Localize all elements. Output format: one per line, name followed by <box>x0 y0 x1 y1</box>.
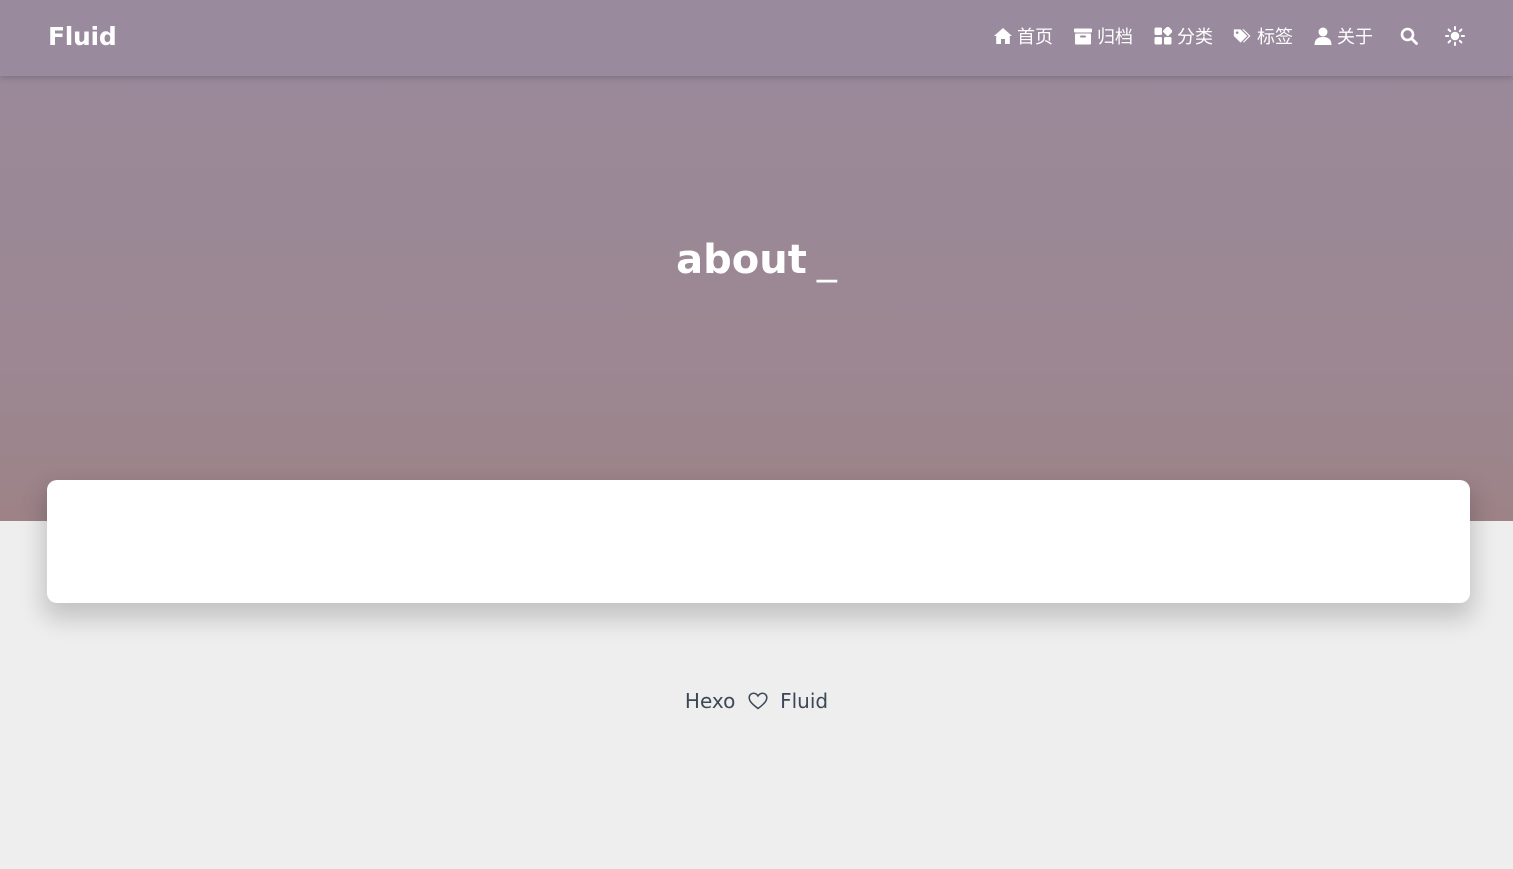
nav-item-tags[interactable]: 标签 <box>1233 23 1293 49</box>
footer-link-fluid[interactable]: Fluid <box>780 689 828 713</box>
search-button[interactable] <box>1399 26 1419 46</box>
nav-item-label: 关于 <box>1337 27 1373 48</box>
footer-link-hexo[interactable]: Hexo <box>685 689 735 713</box>
archive-icon <box>1073 26 1093 46</box>
theme-toggle-button[interactable] <box>1445 26 1465 46</box>
nav-item-archive[interactable]: 归档 <box>1073 23 1133 49</box>
home-icon <box>993 26 1013 46</box>
navbar: Fluid 首页 归档 分类 标签 关于 <box>0 0 1513 76</box>
content-card <box>47 480 1470 603</box>
brand-logo[interactable]: Fluid <box>48 20 117 54</box>
nav-item-about[interactable]: 关于 <box>1313 23 1373 49</box>
nav-item-categories[interactable]: 分类 <box>1153 23 1213 49</box>
nav-item-label: 标签 <box>1257 27 1293 48</box>
heart-icon <box>748 688 768 718</box>
page-title-text: about <box>676 237 807 283</box>
footer: Hexo Fluid <box>0 686 1513 718</box>
nav-item-label: 首页 <box>1017 27 1053 48</box>
page: Fluid 首页 归档 分类 标签 关于 about _ Hexo Fluid <box>0 0 1513 869</box>
sun-icon <box>1445 26 1465 46</box>
page-title: about _ <box>0 232 1513 288</box>
user-icon <box>1313 26 1333 46</box>
nav-menu: 首页 归档 分类 标签 关于 <box>973 22 1465 50</box>
tags-icon <box>1233 26 1253 46</box>
nav-item-label: 归档 <box>1097 27 1133 48</box>
nav-item-home[interactable]: 首页 <box>993 23 1053 49</box>
nav-item-label: 分类 <box>1177 27 1213 48</box>
category-icon <box>1153 26 1173 46</box>
typing-cursor: _ <box>816 237 837 283</box>
search-icon <box>1399 26 1419 46</box>
